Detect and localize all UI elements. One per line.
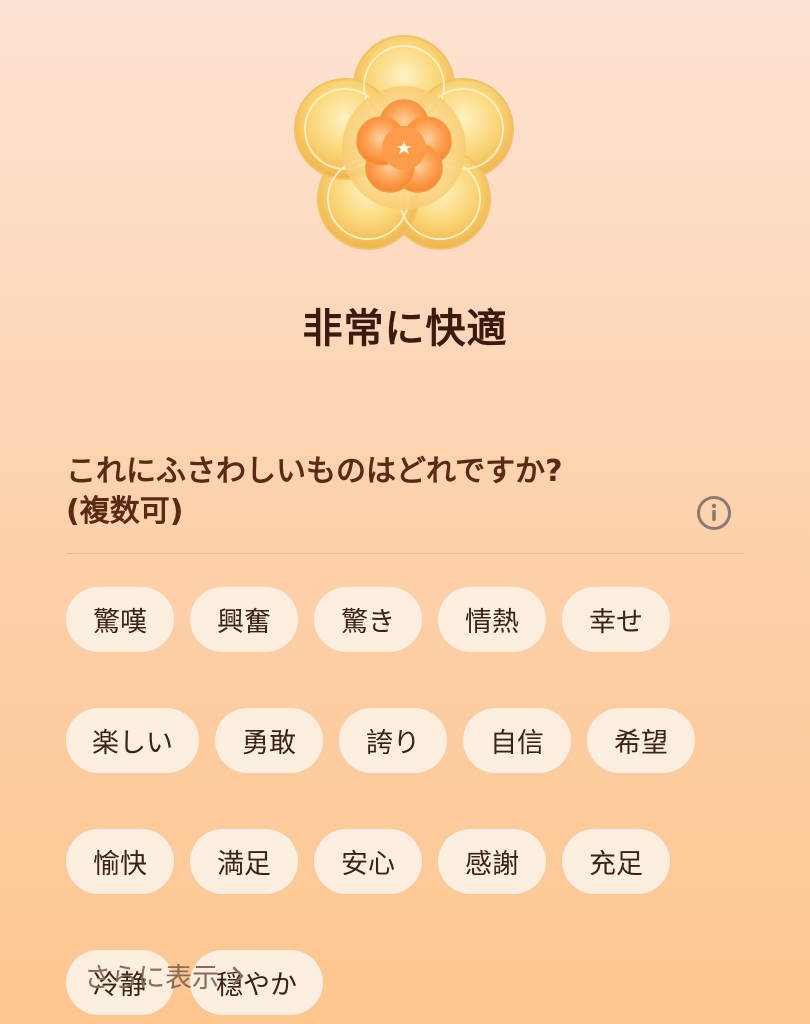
emotion-chip[interactable]: 安心 <box>314 829 422 894</box>
show-more-button[interactable]: さらに表示 <box>84 956 245 995</box>
emotion-chip[interactable]: 感謝 <box>438 829 546 894</box>
info-icon[interactable] <box>696 495 732 531</box>
show-more-label: さらに表示 <box>84 963 219 994</box>
flower-icon <box>294 35 514 250</box>
emotion-chip[interactable]: 満足 <box>190 829 298 894</box>
emotion-chip[interactable]: 驚き <box>314 587 422 652</box>
mood-title: 非常に快適 <box>302 306 508 352</box>
emotion-chip[interactable]: 幸せ <box>562 587 670 652</box>
emotion-chip[interactable]: 楽しい <box>66 708 199 773</box>
emotion-chip[interactable]: 驚嘆 <box>66 587 174 652</box>
emotion-chip-list: 驚嘆 興奮 驚き 情熱 幸せ 楽しい 勇敢 誇り 自信 希望 愉快 満足 安心 … <box>66 587 756 1015</box>
question-line-2: (複数可) <box>66 494 184 529</box>
emotion-chip[interactable]: 勇敢 <box>215 708 323 773</box>
emotion-chip[interactable]: 自信 <box>463 708 571 773</box>
chevron-right-icon <box>232 966 244 985</box>
emotion-chip[interactable]: 愉快 <box>66 829 174 894</box>
divider <box>66 553 744 554</box>
question-line-1: これにふさわしいものはどれですか? <box>66 454 563 489</box>
emotion-chip[interactable]: 情熱 <box>438 587 546 652</box>
question-text: これにふさわしいものはどれですか? (複数可) <box>66 452 666 532</box>
emotion-chip[interactable]: 希望 <box>587 708 695 773</box>
emotion-chip[interactable]: 充足 <box>562 829 670 894</box>
emotion-chip[interactable]: 興奮 <box>190 587 298 652</box>
emotion-chip[interactable]: 誇り <box>339 708 447 773</box>
